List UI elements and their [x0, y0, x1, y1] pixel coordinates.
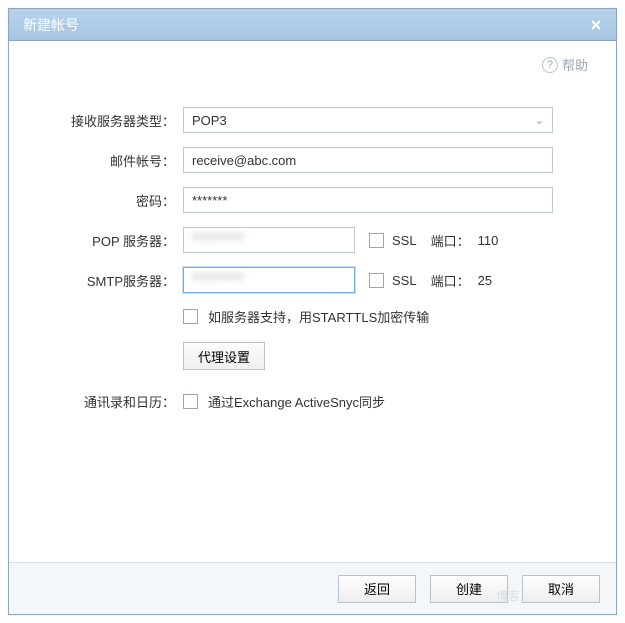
- dialog-body: ? 帮助 接收服务器类型： POP3 ⌄ 邮件帐号： 密码： POP 服务器：: [9, 41, 616, 562]
- smtp-ssl-checkbox[interactable]: [369, 273, 384, 288]
- row-smtp: SMTP服务器： xxxxxxxx SSL 端口：: [33, 267, 592, 293]
- back-button[interactable]: 返回: [338, 575, 416, 603]
- help-link[interactable]: ? 帮助: [542, 55, 588, 74]
- proxy-settings-button[interactable]: 代理设置: [183, 342, 265, 370]
- eas-checkbox[interactable]: [183, 394, 198, 409]
- dialog-footer: 返回 创建 取消 博客: [9, 562, 616, 614]
- pop-ssl-checkbox[interactable]: [369, 233, 384, 248]
- label-password: 密码：: [33, 191, 183, 210]
- pop-port-input[interactable]: [476, 227, 518, 253]
- smtp-port-input[interactable]: [476, 267, 518, 293]
- row-password: 密码：: [33, 187, 592, 213]
- smtp-ssl-label: SSL: [392, 273, 417, 288]
- label-server-type: 接收服务器类型：: [33, 111, 183, 130]
- password-input[interactable]: [183, 187, 553, 213]
- eas-label: 通过Exchange ActiveSnyc同步: [208, 392, 385, 411]
- row-pop: POP 服务器： xxxxxxxx SSL 端口：: [33, 227, 592, 253]
- account-input[interactable]: [183, 147, 553, 173]
- starttls-label: 如服务器支持，用STARTTLS加密传输: [208, 307, 429, 326]
- create-button[interactable]: 创建: [430, 575, 508, 603]
- row-contacts: 通讯录和日历： 通过Exchange ActiveSnyc同步: [33, 392, 592, 411]
- server-type-select[interactable]: POP3 ⌄: [183, 107, 553, 133]
- cancel-button[interactable]: 取消: [522, 575, 600, 603]
- chevron-down-icon: ⌄: [535, 114, 544, 127]
- dialog-new-account: 新建帐号 ? 帮助 接收服务器类型： POP3 ⌄ 邮件帐号： 密码：: [8, 8, 617, 615]
- help-icon: ?: [542, 57, 558, 73]
- pop-server-input[interactable]: xxxxxxxx: [183, 227, 355, 253]
- smtp-port-label: 端口：: [431, 271, 470, 290]
- help-label: 帮助: [562, 55, 588, 74]
- row-proxy: 代理设置: [33, 342, 592, 370]
- dialog-title: 新建帐号: [23, 15, 79, 35]
- starttls-checkbox[interactable]: [183, 309, 198, 324]
- pop-port-label: 端口：: [431, 231, 470, 250]
- row-server-type: 接收服务器类型： POP3 ⌄: [33, 107, 592, 133]
- row-account: 邮件帐号：: [33, 147, 592, 173]
- pop-ssl-label: SSL: [392, 233, 417, 248]
- close-button[interactable]: [586, 15, 606, 35]
- label-pop: POP 服务器：: [33, 231, 183, 250]
- smtp-server-input[interactable]: xxxxxxxx: [183, 267, 355, 293]
- label-contacts: 通讯录和日历：: [33, 392, 183, 411]
- titlebar: 新建帐号: [9, 9, 616, 41]
- server-type-value: POP3: [192, 113, 227, 128]
- label-account: 邮件帐号：: [33, 151, 183, 170]
- row-starttls: 如服务器支持，用STARTTLS加密传输: [33, 307, 592, 326]
- form: 接收服务器类型： POP3 ⌄ 邮件帐号： 密码： POP 服务器： xxxxx…: [33, 107, 592, 411]
- close-icon: [590, 19, 602, 31]
- label-smtp: SMTP服务器：: [33, 271, 183, 290]
